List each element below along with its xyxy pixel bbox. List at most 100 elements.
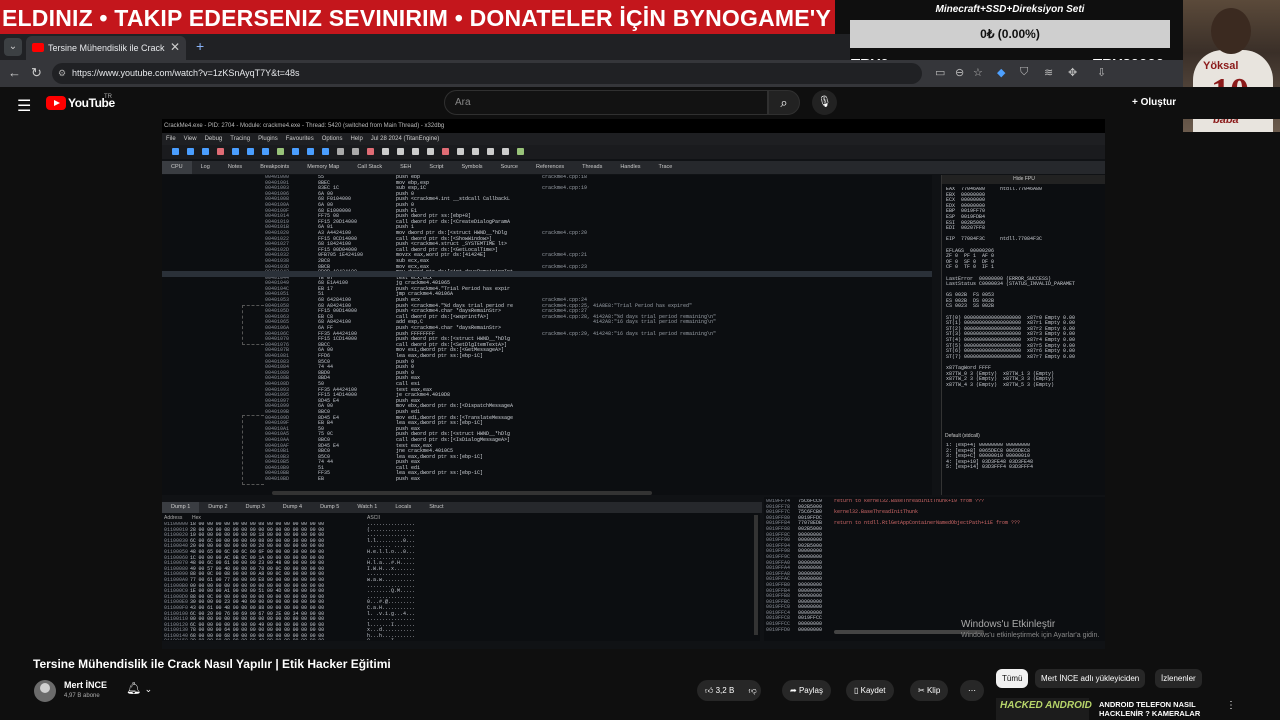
debugger-toolbar-icon[interactable] bbox=[217, 148, 224, 155]
debugger-tab[interactable]: Log bbox=[192, 161, 219, 174]
debugger-toolbar-icon[interactable] bbox=[247, 148, 254, 155]
dump-tab[interactable]: Struct bbox=[420, 502, 452, 513]
debugger-toolbar-icon[interactable] bbox=[307, 148, 314, 155]
extension-icon[interactable]: ⛉ bbox=[1020, 66, 1028, 79]
dump-tab[interactable]: Watch 1 bbox=[348, 502, 386, 513]
dump-scrollbar[interactable] bbox=[754, 515, 758, 635]
channel-name[interactable]: Mert İNCE bbox=[64, 680, 107, 690]
debugger-toolbar-icon[interactable] bbox=[412, 148, 419, 155]
debugger-toolbar-icon[interactable] bbox=[367, 148, 374, 155]
debugger-menu-item[interactable]: Debug bbox=[205, 136, 223, 142]
search-button[interactable]: ⌕ bbox=[768, 90, 800, 115]
debugger-toolbar-icon[interactable] bbox=[502, 148, 509, 155]
debugger-toolbar-icon[interactable] bbox=[262, 148, 269, 155]
stack-comments: return to kernel32.BaseThreadInitThunk+1… bbox=[834, 499, 1021, 527]
dump-tab[interactable]: Dump 4 bbox=[274, 502, 311, 513]
downloads-icon[interactable]: ⇩ bbox=[1097, 66, 1106, 79]
browser-tab-active[interactable]: Tersine Mühendislik ile Crack bbox=[26, 36, 186, 60]
zoom-icon[interactable]: ⊖ bbox=[955, 66, 964, 79]
debugger-toolbar-icon[interactable] bbox=[172, 148, 179, 155]
debugger-menu-item[interactable]: Tracing bbox=[230, 136, 250, 142]
debugger-toolbar-icon[interactable] bbox=[187, 148, 194, 155]
calling-convention[interactable]: Default (stdcall) bbox=[945, 433, 980, 439]
debugger-toolbar-icon[interactable] bbox=[232, 148, 239, 155]
new-tab-icon[interactable]: + bbox=[196, 38, 204, 54]
dump-tab[interactable]: Dump 2 bbox=[199, 502, 236, 513]
dump-tab[interactable]: Dump 5 bbox=[311, 502, 348, 513]
debugger-menu-item[interactable]: Plugins bbox=[258, 136, 278, 142]
recommended-more-icon[interactable]: ⋮ bbox=[1226, 700, 1236, 711]
chip-uploader[interactable]: Mert İNCE adlı yükleyiciden bbox=[1035, 669, 1146, 688]
debugger-toolbar-icon[interactable] bbox=[487, 148, 494, 155]
debugger-tab[interactable]: References bbox=[527, 161, 573, 174]
debugger-toolbar-icon[interactable] bbox=[322, 148, 329, 155]
debugger-toolbar-icon[interactable] bbox=[277, 148, 284, 155]
dump-tab[interactable]: Locals bbox=[386, 502, 420, 513]
tab-title: Tersine Mühendislik ile Crack bbox=[48, 43, 165, 53]
debugger-tab[interactable]: Notes bbox=[219, 161, 251, 174]
debugger-tab[interactable]: Call Stack bbox=[348, 161, 391, 174]
debugger-tab[interactable]: Symbols bbox=[452, 161, 491, 174]
disasm-scrollbar[interactable] bbox=[272, 491, 652, 495]
more-actions-button[interactable]: ⋯ bbox=[960, 680, 984, 701]
debugger-tab[interactable]: Source bbox=[492, 161, 527, 174]
debugger-menu-item[interactable]: View bbox=[184, 136, 197, 142]
debugger-toolbar-icon[interactable] bbox=[472, 148, 479, 155]
share-button[interactable]: ➦ Paylaş bbox=[782, 680, 831, 701]
menu-icon[interactable]: ☰ bbox=[17, 96, 31, 116]
debugger-menu-item[interactable]: File bbox=[166, 136, 176, 142]
debugger-menu-item[interactable]: Help bbox=[350, 136, 362, 142]
extension-stack-icon[interactable]: ≋ bbox=[1044, 66, 1053, 79]
debugger-toolbar-icon[interactable] bbox=[292, 148, 299, 155]
debugger-tab[interactable]: CPU bbox=[162, 161, 192, 174]
url-field[interactable]: ⚙ https://www.youtube.com/watch?v=1zKSnA… bbox=[52, 63, 922, 84]
debugger-toolbar-icon[interactable] bbox=[457, 148, 464, 155]
extension-shield-icon[interactable]: ◆ bbox=[997, 66, 1005, 79]
clip-button[interactable]: ✂ Klip bbox=[910, 680, 949, 701]
debugger-toolbar-icon[interactable] bbox=[337, 148, 344, 155]
debugger-toolbar-icon[interactable] bbox=[202, 148, 209, 155]
debugger-toolbar-icon[interactable] bbox=[397, 148, 404, 155]
memory-dump-pane: Address Hex ASCII 01100000 01100010 0110… bbox=[162, 513, 760, 641]
debugger-toolbar-icon[interactable] bbox=[517, 148, 524, 155]
debugger-tab[interactable]: SEH bbox=[391, 161, 420, 174]
debugger-tab[interactable]: Threads bbox=[573, 161, 611, 174]
back-icon[interactable]: ← bbox=[8, 65, 21, 80]
bookmark-star-icon[interactable]: ☆ bbox=[973, 66, 983, 79]
debugger-toolbar-icon[interactable] bbox=[427, 148, 434, 155]
debugger-tab[interactable]: Handles bbox=[611, 161, 649, 174]
debugger-tab[interactable]: Script bbox=[420, 161, 452, 174]
channel-avatar[interactable] bbox=[34, 680, 56, 702]
chip-watched[interactable]: İzlenenler bbox=[1155, 669, 1202, 688]
dump-tab[interactable]: Dump 1 bbox=[162, 502, 200, 513]
plus-icon: + bbox=[1132, 97, 1141, 108]
debugger-tab[interactable]: Memory Map bbox=[298, 161, 348, 174]
save-button[interactable]: ▯ Kaydet bbox=[846, 680, 894, 701]
extension-puzzle-icon[interactable]: ✥ bbox=[1068, 66, 1077, 79]
notification-bell-button[interactable]: 🔔︎ ⌄ bbox=[126, 681, 162, 701]
create-button[interactable]: + Oluştur bbox=[1126, 92, 1182, 114]
debugger-menu-item[interactable]: Options bbox=[322, 136, 343, 142]
debugger-menu-item[interactable]: Favourites bbox=[286, 136, 314, 142]
debugger-menu-item[interactable]: Jul 28 2024 (TitanEngine) bbox=[371, 136, 440, 142]
debugger-tab[interactable]: Breakpoints bbox=[251, 161, 298, 174]
debugger-toolbar-icon[interactable] bbox=[382, 148, 389, 155]
debugger-toolbar-icon[interactable] bbox=[442, 148, 449, 155]
tab-search-icon[interactable]: ⌄ bbox=[4, 38, 22, 56]
site-info-icon[interactable]: ⚙ bbox=[58, 63, 66, 84]
hide-fpu-button[interactable]: Hide FPU bbox=[942, 175, 1105, 184]
voice-search-button[interactable]: 🎙 bbox=[812, 90, 837, 115]
dump-tab[interactable]: Dump 3 bbox=[237, 502, 274, 513]
youtube-logo-icon[interactable] bbox=[46, 96, 66, 110]
search-input[interactable]: Ara bbox=[444, 90, 768, 115]
reload-icon[interactable]: ↻ bbox=[31, 65, 42, 81]
install-app-icon[interactable]: ▭ bbox=[935, 66, 945, 79]
debugger-toolbar-icon[interactable] bbox=[352, 148, 359, 155]
chip-all[interactable]: Tümü bbox=[996, 669, 1029, 688]
tab-close-icon[interactable]: ✕ bbox=[170, 40, 180, 54]
debugger-tab[interactable]: Trace bbox=[650, 161, 682, 174]
video-player[interactable]: CrackMe4.exe - PID: 2704 - Module: crack… bbox=[162, 119, 1105, 649]
like-button[interactable]: 👍︎ 3,2 B bbox=[705, 686, 734, 695]
dislike-icon[interactable]: 👎︎ bbox=[749, 686, 757, 695]
recommended-title[interactable]: ANDROID TELEFON NASIL HACKLENİR ? KAMERA… bbox=[1099, 700, 1209, 718]
